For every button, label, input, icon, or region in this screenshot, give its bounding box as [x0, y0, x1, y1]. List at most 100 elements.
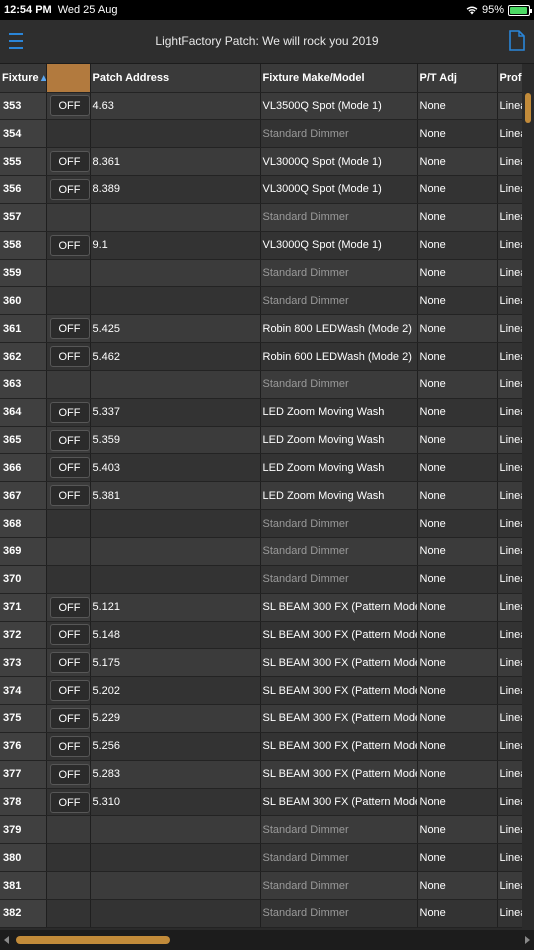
fixture-model-cell[interactable]: SL BEAM 300 FX (Pattern Mode) [260, 648, 418, 678]
off-toggle-button[interactable]: OFF [49, 652, 89, 674]
pt-adj-cell[interactable]: None [417, 760, 498, 789]
scroll-left-icon[interactable] [4, 936, 9, 944]
fixture-model-cell[interactable]: Standard Dimmer [260, 565, 418, 594]
profile-cell[interactable]: Linea [497, 398, 522, 427]
pt-adj-cell[interactable]: None [417, 426, 498, 455]
column-header-patch-address[interactable]: Patch Address [90, 64, 261, 93]
pt-adj-cell[interactable]: None [417, 342, 498, 371]
pt-adj-cell[interactable]: None [417, 815, 498, 845]
pt-adj-cell[interactable]: None [417, 788, 498, 817]
fixture-number[interactable]: 373 [0, 648, 47, 678]
fixture-model-cell[interactable]: VL3000Q Spot (Mode 1) [260, 147, 418, 177]
fixture-number[interactable]: 357 [0, 203, 47, 232]
pt-adj-cell[interactable]: None [417, 537, 498, 566]
patch-address-cell[interactable] [90, 871, 261, 900]
fixture-model-cell[interactable]: Standard Dimmer [260, 537, 418, 566]
patch-address-cell[interactable]: 5.310 [90, 788, 261, 817]
profile-cell[interactable]: Linea [497, 704, 522, 733]
profile-cell[interactable]: Linea [497, 147, 522, 177]
profile-cell[interactable]: Linea [497, 370, 522, 399]
fixture-number[interactable]: 377 [0, 760, 47, 789]
pt-adj-cell[interactable]: None [417, 481, 498, 511]
horizontal-scrollbar-thumb[interactable] [16, 936, 170, 944]
fixture-number[interactable]: 363 [0, 370, 47, 399]
table-row[interactable]: 382 Standard DimmerNoneLinea [0, 899, 522, 928]
profile-cell[interactable]: Linea [497, 481, 522, 511]
fixture-model-cell[interactable]: Standard Dimmer [260, 899, 418, 928]
profile-cell[interactable]: Linea [497, 92, 522, 121]
table-row[interactable]: 355 OFF 8.361 VL3000Q Spot (Mode 1) None Line… [0, 147, 522, 177]
table-row[interactable]: 359 Standard DimmerNoneLinea [0, 259, 522, 288]
patch-address-cell[interactable]: 9.1 [90, 231, 261, 260]
pt-adj-cell[interactable]: None [417, 621, 498, 650]
profile-cell[interactable]: Linea [497, 203, 522, 232]
pt-adj-cell[interactable]: None [417, 899, 498, 928]
table-row[interactable]: 361 OFF 5.425 Robin 800 LEDWash (Mode 2) Non… [0, 314, 522, 344]
fixture-number[interactable]: 367 [0, 481, 47, 511]
patch-address-cell[interactable]: 5.381 [90, 481, 261, 511]
off-toggle-button[interactable]: OFF [49, 485, 89, 507]
table-row[interactable]: 371 OFF 5.121 SL BEAM 300 FX (Pattern Mode)… [0, 593, 522, 622]
fixture-model-cell[interactable]: LED Zoom Moving Wash [260, 481, 418, 511]
profile-cell[interactable]: Linea [497, 426, 522, 455]
fixture-number[interactable]: 354 [0, 119, 47, 149]
table-row[interactable]: 364OFF5.337LED Zoom Moving WashNoneLinea [0, 398, 522, 427]
patch-address-cell[interactable]: 8.389 [90, 175, 261, 204]
fixture-model-cell[interactable]: SL BEAM 300 FX (Pattern Mode) [260, 593, 418, 622]
table-row[interactable]: 362 OFF 5.462 Robin 600 LEDWash (Mode 2) Non… [0, 342, 522, 371]
fixture-number[interactable]: 361 [0, 314, 47, 344]
pt-adj-cell[interactable]: None [417, 509, 498, 538]
off-toggle-button[interactable]: OFF [49, 624, 89, 646]
fixture-number[interactable]: 382 [0, 899, 47, 928]
profile-cell[interactable]: Linea [497, 760, 522, 789]
patch-address-cell[interactable]: 5.283 [90, 760, 261, 789]
table-row[interactable]: 379 Standard DimmerNoneLinea [0, 815, 522, 845]
table-row[interactable]: 377 OFF 5.283 SL BEAM 300 FX (Pattern Mode)… [0, 760, 522, 789]
profile-cell[interactable]: Linea [497, 621, 522, 650]
fixture-number[interactable]: 365 [0, 426, 47, 455]
pt-adj-cell[interactable]: None [417, 286, 498, 316]
patch-address-cell[interactable]: 5.425 [90, 314, 261, 344]
profile-cell[interactable]: Linea [497, 314, 522, 344]
column-header-state[interactable] [46, 64, 91, 93]
fixture-number[interactable]: 356 [0, 175, 47, 204]
profile-cell[interactable]: Linea [497, 286, 522, 316]
pt-adj-cell[interactable]: None [417, 92, 498, 121]
patch-address-cell[interactable] [90, 899, 261, 928]
fixture-number[interactable]: 372 [0, 621, 47, 650]
vertical-scrollbar-thumb[interactable] [525, 93, 531, 123]
fixture-number[interactable]: 370 [0, 565, 47, 594]
fixture-model-cell[interactable]: Robin 800 LEDWash (Mode 2) [260, 314, 418, 344]
fixture-number[interactable]: 381 [0, 871, 47, 900]
pt-adj-cell[interactable]: None [417, 453, 498, 483]
patch-address-cell[interactable] [90, 286, 261, 316]
off-toggle-button[interactable]: OFF [49, 791, 89, 813]
profile-cell[interactable]: Linea [497, 259, 522, 288]
pt-adj-cell[interactable]: None [417, 593, 498, 622]
pt-adj-cell[interactable]: None [417, 314, 498, 344]
table-row[interactable]: 366OFF5.403LED Zoom Moving WashNoneLinea [0, 453, 522, 483]
profile-cell[interactable]: Linea [497, 593, 522, 622]
table-row[interactable]: 363 Standard DimmerNoneLinea [0, 370, 522, 399]
profile-cell[interactable]: Linea [497, 342, 522, 371]
profile-cell[interactable]: Linea [497, 871, 522, 900]
off-toggle-button[interactable]: OFF [49, 151, 89, 173]
table-row[interactable]: 358OFF9.1VL3000Q Spot (Mode 1)NoneLinea [0, 231, 522, 260]
fixture-model-cell[interactable]: SL BEAM 300 FX (Pattern Mode) [260, 732, 418, 761]
pt-adj-cell[interactable]: None [417, 259, 498, 288]
pt-adj-cell[interactable]: None [417, 565, 498, 594]
fixture-number[interactable]: 364 [0, 398, 47, 427]
pt-adj-cell[interactable]: None [417, 843, 498, 873]
table-row[interactable]: 367OFF5.381LED Zoom Moving WashNoneLinea [0, 481, 522, 511]
fixture-model-cell[interactable]: Standard Dimmer [260, 259, 418, 288]
fixture-number[interactable]: 371 [0, 593, 47, 622]
patch-address-cell[interactable]: 4.63 [90, 92, 261, 121]
patch-address-cell[interactable]: 5.229 [90, 704, 261, 733]
off-toggle-button[interactable]: OFF [49, 401, 89, 423]
table-row[interactable]: 369 Standard DimmerNoneLinea [0, 537, 522, 566]
table-row[interactable]: 380 Standard DimmerNoneLinea [0, 843, 522, 873]
off-toggle-button[interactable]: OFF [49, 707, 89, 729]
fixture-model-cell[interactable]: VL3500Q Spot (Mode 1) [260, 92, 418, 121]
fixture-number[interactable]: 375 [0, 704, 47, 733]
fixture-model-cell[interactable]: VL3000Q Spot (Mode 1) [260, 175, 418, 204]
